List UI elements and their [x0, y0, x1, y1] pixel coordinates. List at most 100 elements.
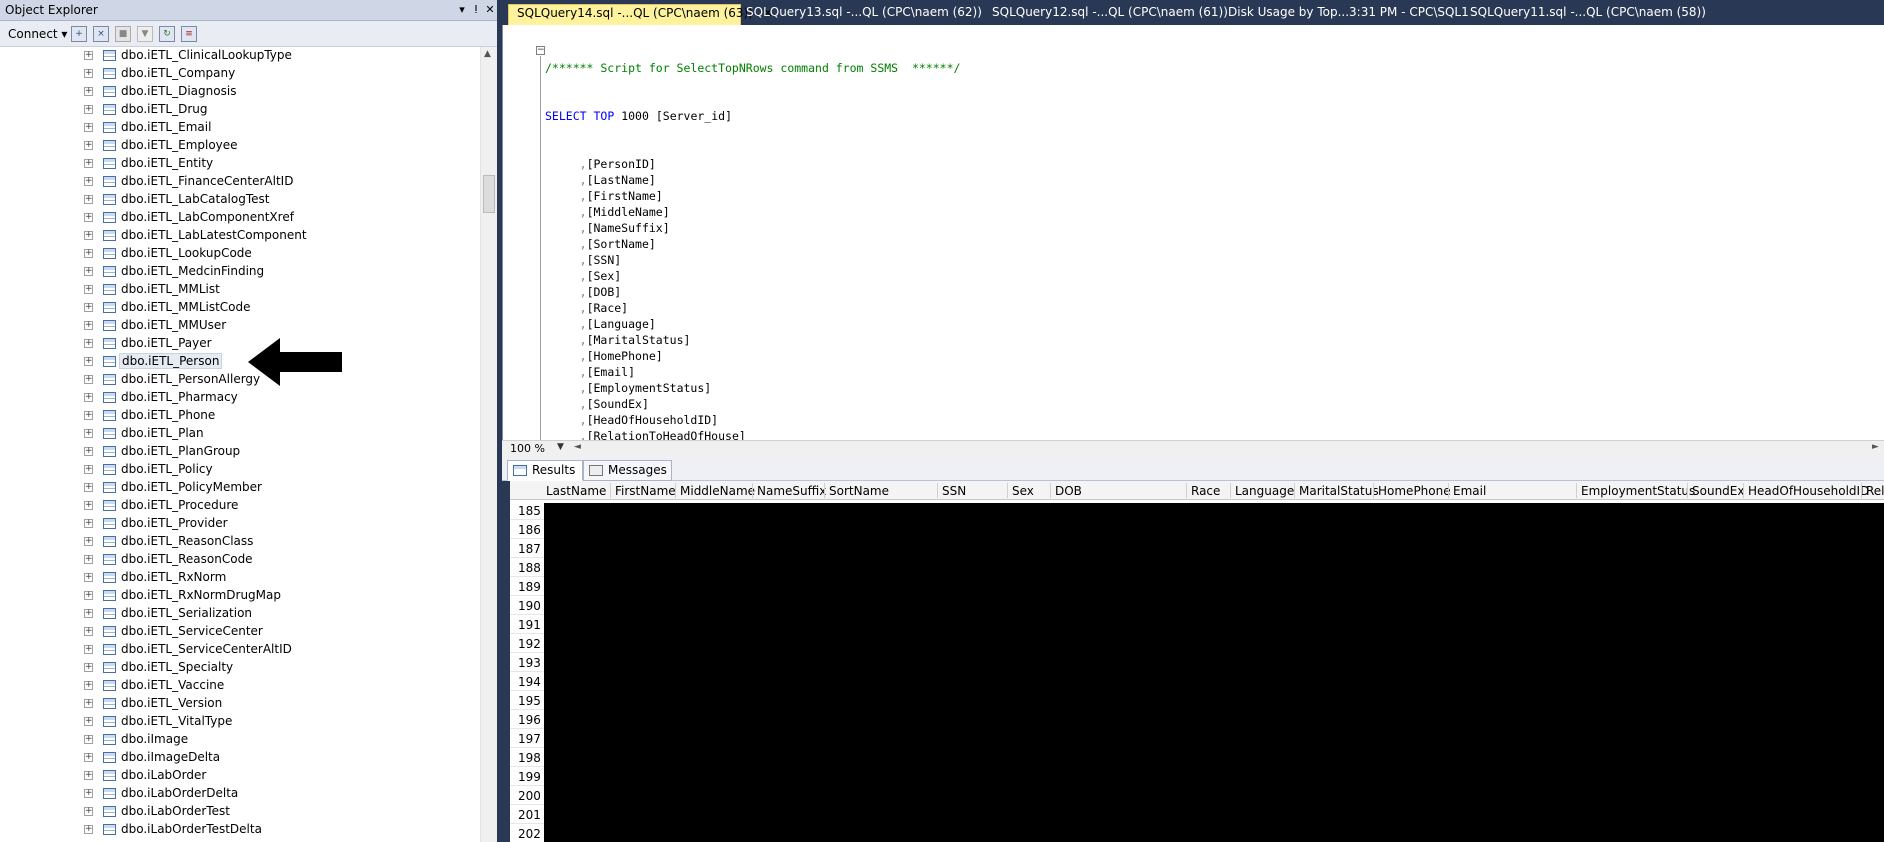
expand-icon[interactable]: + — [84, 465, 93, 474]
expand-icon[interactable]: + — [84, 321, 93, 330]
connect-button[interactable]: Connect ▾ — [8, 27, 67, 41]
column-header[interactable]: Rel — [1866, 484, 1884, 498]
tree-item[interactable]: + dbo.iLabOrderTestDelta — [0, 821, 480, 839]
tree-item[interactable]: + dbo.iETL_LabLatestComponent — [0, 227, 480, 245]
column-separator[interactable] — [752, 483, 753, 498]
row-number[interactable]: 197 — [518, 732, 541, 746]
expand-icon[interactable]: + — [84, 141, 93, 150]
tree-item[interactable]: + dbo.iETL_PersonAllergy — [0, 371, 480, 389]
column-separator[interactable] — [1186, 483, 1187, 498]
row-number[interactable]: 188 — [518, 561, 541, 575]
tree-item[interactable]: + dbo.iImage — [0, 731, 480, 749]
column-header[interactable]: LastName — [546, 484, 606, 498]
tree-item[interactable]: + dbo.iETL_PolicyMember — [0, 479, 480, 497]
tree-item[interactable]: + dbo.iETL_ClinicalLookupType — [0, 47, 480, 65]
column-header[interactable]: SoundEx — [1692, 484, 1744, 498]
expand-icon[interactable]: + — [84, 195, 93, 204]
tree-item[interactable]: + dbo.iETL_MMList — [0, 281, 480, 299]
column-header[interactable]: DOB — [1055, 484, 1082, 498]
filter-settings-icon[interactable]: ≡ — [181, 26, 197, 42]
row-number[interactable]: 186 — [518, 523, 541, 537]
close-icon[interactable]: ✕ — [483, 2, 497, 18]
column-header[interactable]: SortName — [829, 484, 889, 498]
column-header[interactable]: Email — [1453, 484, 1486, 498]
tree-item[interactable]: + dbo.iETL_RxNorm — [0, 569, 480, 587]
collapse-region-icon[interactable]: − — [536, 46, 545, 55]
column-separator[interactable] — [1050, 483, 1051, 498]
row-number[interactable]: 198 — [518, 751, 541, 765]
tab-results[interactable]: Results — [507, 460, 583, 481]
tree-item[interactable]: + dbo.iETL_Version — [0, 695, 480, 713]
row-number[interactable]: 192 — [518, 637, 541, 651]
expand-icon[interactable]: + — [84, 303, 93, 312]
tree-item[interactable]: + dbo.iETL_LabCatalogTest — [0, 191, 480, 209]
column-header[interactable]: SSN — [942, 484, 966, 498]
expand-icon[interactable]: + — [84, 663, 93, 672]
row-number[interactable]: 201 — [518, 808, 541, 822]
scrollbar-thumb[interactable] — [483, 175, 495, 213]
expand-icon[interactable]: + — [84, 519, 93, 528]
column-separator[interactable] — [1448, 483, 1449, 498]
column-header[interactable]: MaritalStatus — [1299, 484, 1379, 498]
document-tab[interactable]: SQLQuery11.sql -...QL (CPC\naem (58)) — [1462, 4, 1706, 25]
tree-item[interactable]: + dbo.iETL_MedcinFinding — [0, 263, 480, 281]
expand-icon[interactable]: + — [84, 393, 93, 402]
tree-item[interactable]: + dbo.iETL_Procedure — [0, 497, 480, 515]
column-separator[interactable] — [937, 483, 938, 498]
tree-item[interactable]: + dbo.iETL_Entity — [0, 155, 480, 173]
document-tab[interactable]: SQLQuery12.sql -...QL (CPC\naem (61)) — [984, 4, 1228, 25]
scroll-right-icon[interactable]: ► — [1872, 442, 1879, 452]
column-header[interactable]: EmploymentStatus — [1581, 484, 1695, 498]
expand-icon[interactable]: + — [84, 771, 93, 780]
expand-icon[interactable]: + — [84, 537, 93, 546]
column-header[interactable]: Race — [1191, 484, 1220, 498]
tree-item[interactable]: + dbo.iETL_LabComponentXref — [0, 209, 480, 227]
expand-icon[interactable]: + — [84, 51, 93, 60]
expand-icon[interactable]: + — [84, 591, 93, 600]
tab-messages[interactable]: Messages — [583, 460, 672, 481]
expand-icon[interactable]: + — [84, 699, 93, 708]
column-separator[interactable] — [610, 483, 611, 498]
row-number[interactable]: 193 — [518, 656, 541, 670]
column-header[interactable]: MiddleName — [680, 484, 755, 498]
row-number[interactable]: 199 — [518, 770, 541, 784]
column-separator[interactable] — [1294, 483, 1295, 498]
column-separator[interactable] — [824, 483, 825, 498]
tree-item[interactable]: + dbo.iETL_ReasonClass — [0, 533, 480, 551]
tree-item[interactable]: + dbo.iLabOrderTest — [0, 803, 480, 821]
column-header[interactable]: HeadOfHouseholdID — [1748, 484, 1869, 498]
expand-icon[interactable]: + — [84, 447, 93, 456]
disconnect-icon[interactable]: × — [93, 26, 109, 42]
tree-item[interactable]: + dbo.iETL_ServiceCenterAltID — [0, 641, 480, 659]
column-separator[interactable] — [1861, 483, 1862, 498]
expand-icon[interactable]: + — [84, 123, 93, 132]
column-separator[interactable] — [1687, 483, 1688, 498]
expand-icon[interactable]: + — [84, 645, 93, 654]
tree-item[interactable]: + dbo.iETL_Plan — [0, 425, 480, 443]
tree-item[interactable]: + dbo.iETL_LookupCode — [0, 245, 480, 263]
tree-item[interactable]: + dbo.iETL_Employee — [0, 137, 480, 155]
tree-item[interactable]: + dbo.iETL_Specialty — [0, 659, 480, 677]
expand-icon[interactable]: + — [84, 483, 93, 492]
column-header[interactable]: FirstName — [615, 484, 676, 498]
expand-icon[interactable]: + — [84, 807, 93, 816]
expand-icon[interactable]: + — [84, 249, 93, 258]
expand-icon[interactable]: + — [84, 69, 93, 78]
document-tab[interactable]: Disk Usage by Top...3:31 PM - CPC\SQL1 — [1220, 4, 1469, 25]
connect-icon[interactable]: + — [71, 26, 87, 42]
zoom-level[interactable]: 100 % — [510, 442, 545, 455]
row-number[interactable]: 185 — [518, 504, 541, 518]
stop-icon[interactable]: ■ — [115, 26, 131, 42]
zoom-dropdown-icon[interactable]: ▼ — [557, 442, 564, 452]
expand-icon[interactable]: + — [84, 627, 93, 636]
results-grid[interactable]: LastName FirstName MiddleName NameSuffix Sor… — [510, 481, 1884, 842]
expand-icon[interactable]: + — [84, 429, 93, 438]
expand-icon[interactable]: + — [84, 411, 93, 420]
row-number[interactable]: 189 — [518, 580, 541, 594]
expand-icon[interactable]: + — [84, 789, 93, 798]
expand-icon[interactable]: + — [84, 339, 93, 348]
tree-item[interactable]: + dbo.iETL_MMListCode — [0, 299, 480, 317]
tree-item[interactable]: + dbo.iETL_ReasonCode — [0, 551, 480, 569]
refresh-icon[interactable]: ↻ — [159, 26, 175, 42]
document-tab[interactable]: SQLQuery14.sql -...QL (CPC\naem (63)) ✕ — [508, 4, 773, 25]
